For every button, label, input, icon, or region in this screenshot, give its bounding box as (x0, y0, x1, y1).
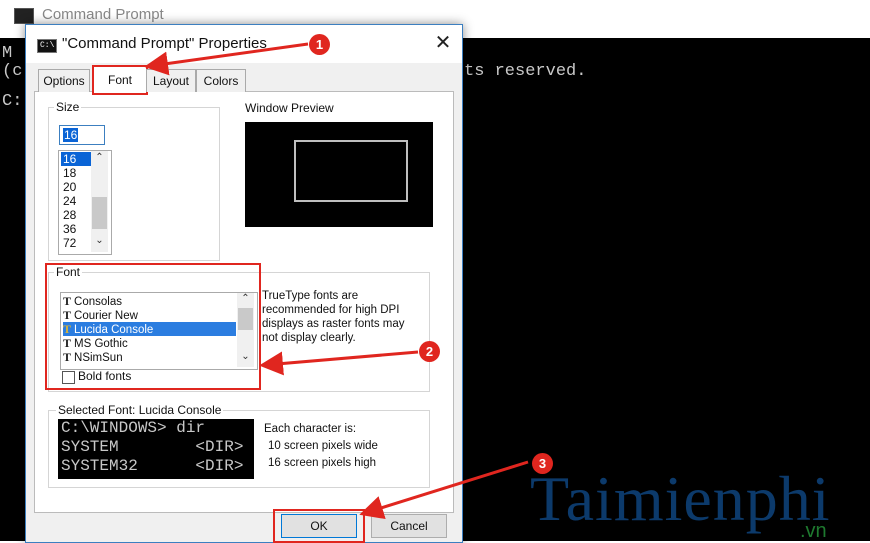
arrow-to-font-tab (144, 42, 309, 76)
arrow-to-font-list (259, 350, 419, 376)
step-badge-3: 3 (532, 453, 553, 474)
step-badge-2: 2 (419, 341, 440, 362)
step-badge-1: 1 (309, 34, 330, 55)
arrow-to-ok-button (359, 460, 529, 520)
annotation-arrows (144, 42, 529, 520)
